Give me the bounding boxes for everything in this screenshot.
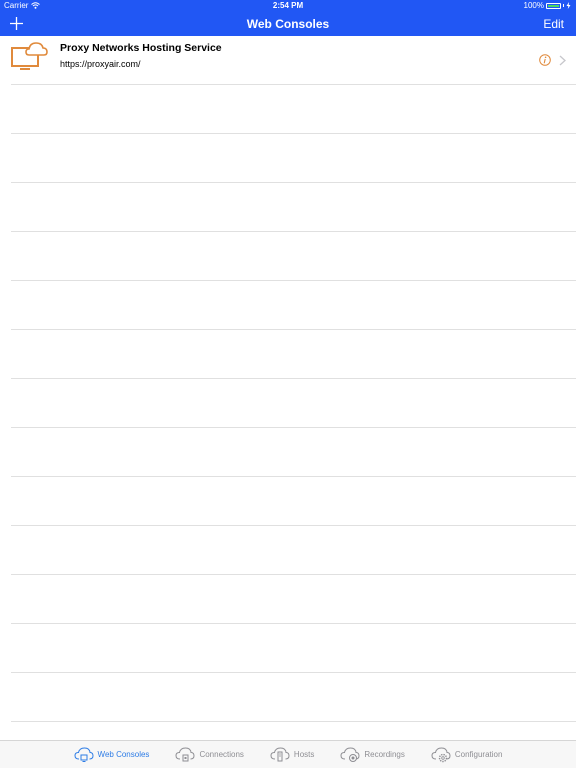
tab-recordings[interactable]: Recordings: [327, 741, 417, 768]
charging-bolt-icon: [566, 2, 571, 9]
console-url: https://proxyair.com/: [60, 59, 141, 69]
navigation-bar: Web Consoles Edit: [0, 12, 576, 36]
chevron-right-icon[interactable]: [559, 55, 566, 66]
empty-row: [11, 379, 576, 428]
tab-configuration[interactable]: Configuration: [418, 741, 516, 768]
status-bar: Carrier 2:54 PM 100%: [0, 0, 576, 12]
tab-label: Recordings: [364, 750, 405, 759]
battery-nub: [563, 4, 564, 7]
page-title: Web Consoles: [246, 17, 330, 31]
empty-row: [11, 526, 576, 575]
empty-row: [11, 477, 576, 526]
info-icon[interactable]: [539, 54, 551, 66]
consoles-list: Proxy Networks Hosting Service https://p…: [0, 36, 576, 722]
tab-label: Connections: [199, 750, 244, 759]
web-console-logo-icon: [11, 42, 48, 70]
empty-row: [11, 183, 576, 232]
hosts-icon: [270, 746, 290, 761]
web-consoles-icon: [74, 746, 94, 762]
tab-label: Web Consoles: [97, 750, 150, 759]
empty-row: [11, 330, 576, 379]
clock: 2:54 PM: [272, 1, 304, 10]
tab-label: Configuration: [454, 750, 503, 759]
battery-indicator: 100%: [524, 1, 571, 10]
console-row[interactable]: Proxy Networks Hosting Service https://p…: [11, 36, 576, 85]
empty-row: [11, 624, 576, 673]
empty-row: [11, 134, 576, 183]
battery-icon: [546, 2, 561, 9]
empty-row: [11, 85, 576, 134]
connections-icon: [175, 746, 195, 761]
edit-button[interactable]: Edit: [543, 17, 564, 31]
tab-web-consoles[interactable]: Web Consoles: [61, 741, 163, 768]
empty-row: [11, 575, 576, 624]
empty-row: [11, 673, 576, 722]
empty-row: [11, 232, 576, 281]
tab-hosts[interactable]: Hosts: [257, 741, 327, 768]
empty-row: [11, 428, 576, 477]
configuration-icon: [431, 746, 451, 762]
tab-label: Hosts: [293, 750, 315, 759]
tab-bar: Web Consoles Connections Hosts Recording…: [0, 740, 576, 768]
console-name: Proxy Networks Hosting Service: [60, 42, 222, 54]
tab-connections[interactable]: Connections: [162, 741, 256, 768]
battery-percentage: 100%: [523, 1, 544, 10]
recordings-icon: [340, 746, 360, 762]
empty-row: [11, 281, 576, 330]
